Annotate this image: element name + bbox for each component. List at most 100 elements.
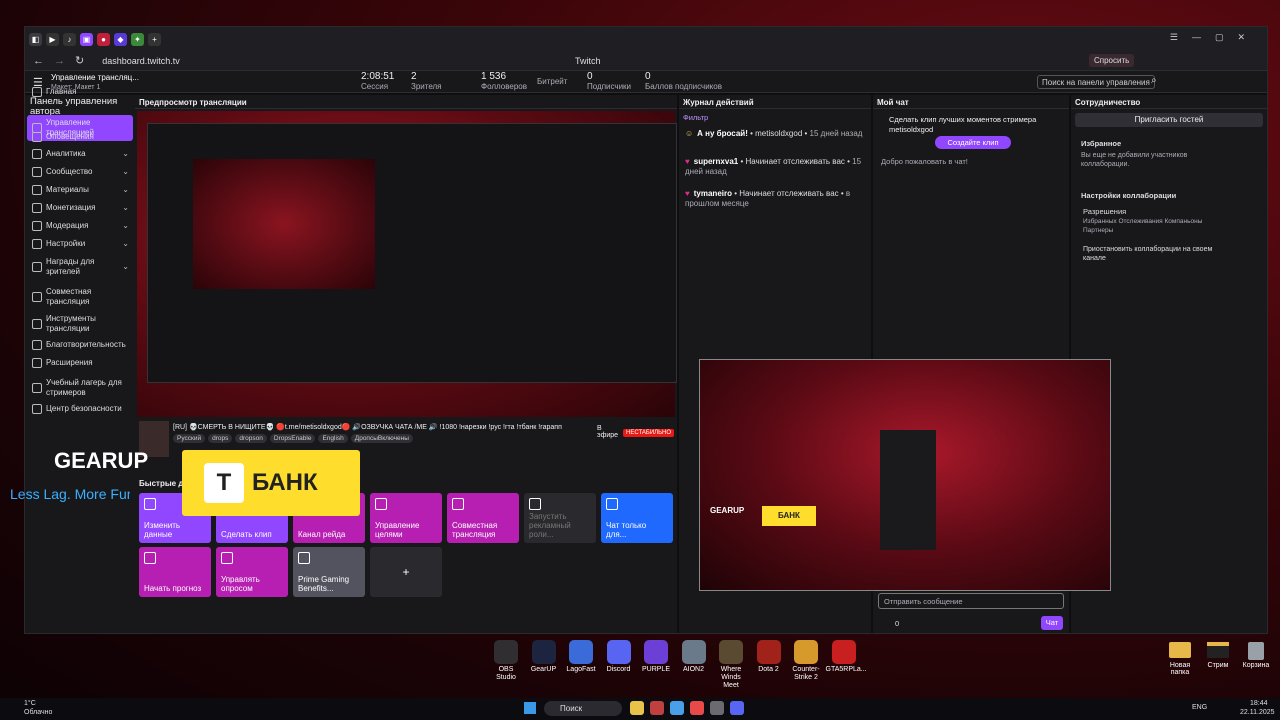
ask-button[interactable]: Спросить (1089, 54, 1135, 67)
sidebar-item-4[interactable]: Сообщество ⌄ (27, 167, 133, 177)
tile-icon (606, 498, 618, 510)
sidebar-item-14[interactable]: Учебный лагерь для стримеров (27, 378, 133, 398)
stream-preview-video[interactable] (137, 111, 677, 417)
url-text[interactable]: dashboard.twitch.tv (102, 56, 180, 66)
browser-window: ◧ ▶ ♪ ▣ ● ◆ ✦ + ☰—▢✕ ← → ↻ dashboard.twi… (24, 26, 1268, 634)
floating-camera-preview[interactable]: GEARUP БАНК (699, 359, 1111, 591)
character-figure (880, 430, 936, 550)
pause-collab-option[interactable]: Приостановить коллаборации на своем кана… (1083, 245, 1233, 263)
taskbar-app-icon[interactable] (650, 701, 664, 715)
stream-tag[interactable]: Русский (173, 434, 206, 443)
window-controls: ☰—▢✕ (1169, 32, 1259, 42)
sidebar-item-icon (32, 185, 42, 195)
sidebar-toggle-icon[interactable]: ◧ (29, 32, 42, 46)
dock-app[interactable]: Dota 2 (751, 640, 787, 674)
taskbar-app-icon[interactable] (670, 701, 684, 715)
search-icon[interactable]: ⌕ (1151, 75, 1157, 86)
app-label: Discord (606, 666, 631, 673)
activity-filter[interactable]: Фильтр (683, 113, 708, 122)
dashboard-search-input[interactable]: Поиск на панели управления (1037, 75, 1155, 89)
dock-app[interactable]: Discord (601, 640, 637, 674)
invite-guests-button[interactable]: Пригласить гостей (1075, 113, 1263, 127)
stream-tag[interactable]: ДропсыВключены (350, 434, 413, 443)
sidebar-item-0[interactable]: Главная (27, 87, 133, 97)
tab-5[interactable]: ◆ (114, 32, 127, 46)
sidebar-item-9[interactable]: Награды для зрителей ⌄ (27, 257, 133, 277)
dock-app[interactable]: GTA5RPLa... (826, 640, 867, 674)
forward-icon[interactable]: → (54, 55, 65, 67)
chat-input[interactable]: Отправить сообщение (878, 593, 1064, 609)
tab-twitch-active[interactable]: ▣ (80, 32, 93, 46)
clip-promo-text: Сделать клип лучших моментов стримера me… (889, 115, 1037, 134)
sidebar-item-13[interactable]: Расширения (27, 358, 133, 368)
new-tab-icon[interactable]: + (148, 32, 161, 46)
sidebar-item-3[interactable]: Аналитика ⌄ (27, 149, 133, 159)
stream-title[interactable]: [RU] 💀СМЕРТЬ В НИЩИТЕ💀 🔴t.me/metisoldxgo… (173, 423, 593, 431)
app-icon (644, 640, 668, 664)
create-clip-button[interactable]: Создайте клип (935, 136, 1011, 149)
app-icon (756, 640, 781, 664)
desktop-icon-recycle-bin[interactable]: Корзина (1238, 642, 1274, 669)
dock-app[interactable]: AION2 (676, 640, 712, 674)
app-icon (606, 640, 631, 664)
back-icon[interactable]: ← (33, 55, 44, 67)
sidebar-item-6[interactable]: Монетизация ⌄ (27, 203, 133, 213)
sidebar-item-15[interactable]: Центр безопасности (27, 404, 133, 414)
sidebar-item-label: Материалы (46, 185, 89, 194)
dock-app[interactable]: GearUP (526, 640, 562, 674)
taskbar-app-icon[interactable] (690, 701, 704, 715)
tab-youtube[interactable]: ▶ (46, 32, 59, 46)
stream-tag[interactable]: DropsEnable (269, 434, 316, 443)
chat-send-button[interactable]: Чат (1041, 616, 1063, 630)
desktop-icon-new-folder[interactable]: Новая папка (1160, 642, 1200, 676)
clock-time[interactable]: 18:44 (1250, 700, 1268, 707)
quick-action-tile[interactable]: Запустить рекламный роли... (524, 493, 596, 543)
dock-app[interactable]: OBS Studio (488, 640, 524, 682)
dock-app[interactable]: Where Winds Meet (713, 640, 749, 690)
quick-action-tile[interactable]: Совместная трансляция (447, 493, 519, 543)
sidebar-item-11[interactable]: Инструменты трансляции (27, 314, 133, 334)
stream-tag[interactable]: English (318, 434, 348, 443)
stream-tag[interactable]: dropson (235, 434, 267, 443)
tile-icon (144, 552, 156, 564)
desktop-icon-stream[interactable]: Стрим (1200, 642, 1236, 669)
activity-item[interactable]: ♥ supernxva1 • Начинает отслеживать вас •… (685, 157, 865, 177)
sidebar-item-7[interactable]: Модерация ⌄ (27, 221, 133, 231)
app-icon (719, 640, 743, 664)
taskbar-app-icon[interactable] (630, 701, 644, 715)
quick-action-tile[interactable]: Prime Gaming Benefits... (293, 547, 365, 597)
sidebar-item-8[interactable]: Настройки ⌄ (27, 239, 133, 249)
gearup-wordmark: GEARUP (54, 448, 149, 473)
taskbar-search[interactable]: Поиск (544, 701, 622, 716)
tab-4[interactable]: ● (97, 32, 110, 46)
sidebar-item-10[interactable]: Совместная трансляция (27, 287, 133, 307)
taskbar-app-icon[interactable] (730, 701, 744, 715)
tab-6[interactable]: ✦ (131, 32, 144, 46)
permissions-title[interactable]: Разрешения (1083, 207, 1126, 216)
quick-action-tile[interactable]: Начать прогноз (139, 547, 211, 597)
sidebar-item-12[interactable]: Благотворительность (27, 340, 133, 350)
activity-item[interactable]: ♥ tymaneiro • Начинает отслеживать вас • … (685, 189, 865, 209)
collab-header: Сотрудничество (1071, 95, 1267, 109)
sidebar-item-5[interactable]: Материалы ⌄ (27, 185, 133, 195)
quick-action-tile[interactable]: Управлять опросом (216, 547, 288, 597)
dock-app[interactable]: LagoFast (563, 640, 599, 674)
clock-date[interactable]: 22.11.2025 (1240, 709, 1275, 716)
tbank-logo: T БАНК (182, 450, 360, 516)
start-icon[interactable] (524, 702, 536, 714)
sidebar-item-label: Оповещения (46, 132, 94, 141)
stream-tag[interactable]: drops (208, 434, 233, 443)
sidebar-item-icon (32, 404, 42, 414)
quick-action-tile[interactable]: Управление целями (370, 493, 442, 543)
tab-tiktok[interactable]: ♪ (63, 32, 76, 46)
quick-action-tile[interactable]: + (370, 547, 442, 597)
activity-item[interactable]: ☺ А ну бросай! • metisoldxgod • 15 дней н… (685, 129, 865, 139)
dock-app[interactable]: Counter-Strike 2 (788, 640, 824, 682)
taskbar-app-icon[interactable] (710, 701, 724, 715)
reload-icon[interactable]: ↻ (75, 54, 84, 67)
quick-action-tile[interactable]: Чат только для... (601, 493, 673, 543)
sidebar-item-2[interactable]: Оповещения (27, 132, 133, 142)
activity-action: • metisoldxgod • (750, 129, 808, 138)
language-indicator[interactable]: ENG (1192, 704, 1207, 711)
dock-app[interactable]: PURPLE (638, 640, 674, 674)
